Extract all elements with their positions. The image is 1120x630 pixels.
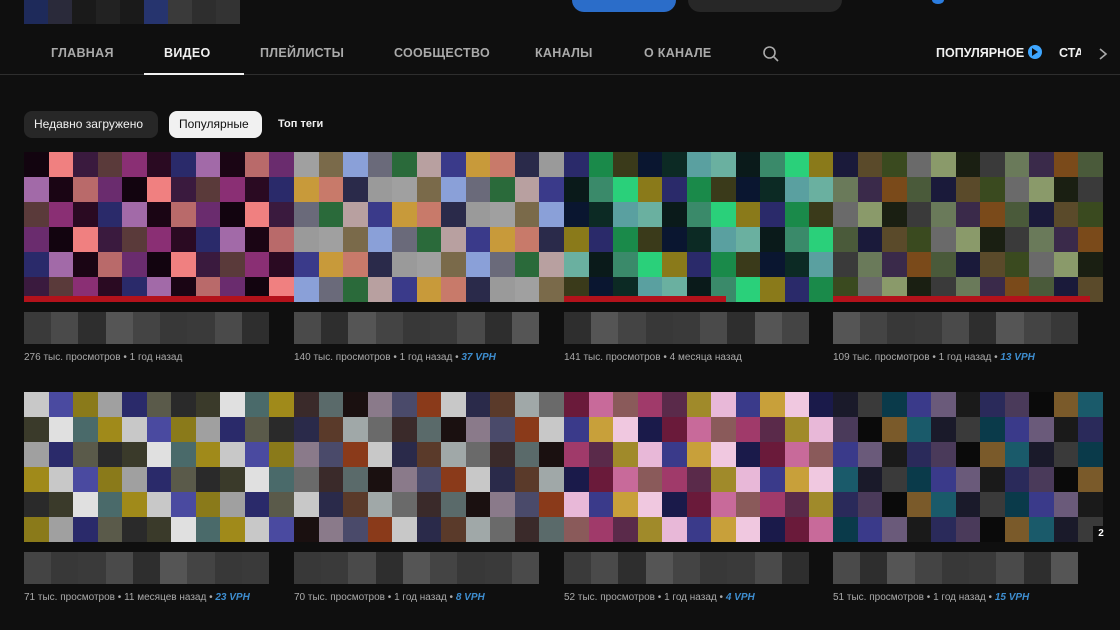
video-title-redacted[interactable] (833, 552, 1078, 584)
chevron-right-icon[interactable] (1096, 46, 1110, 62)
tab-popular[interactable]: ПОПУЛЯРНОЕ (936, 34, 1043, 74)
video-card[interactable]: 140 тыс. просмотров • 1 год назад • 37 V… (294, 152, 564, 367)
view-count: 52 тыс. просмотров (564, 592, 655, 603)
view-count: 70 тыс. просмотров (294, 592, 385, 603)
video-thumbnail[interactable] (24, 392, 294, 542)
video-title-redacted[interactable] (564, 552, 809, 584)
watch-progress-bar (24, 296, 294, 302)
view-count: 140 тыс. просмотров (294, 352, 391, 363)
play-circle-icon (1028, 45, 1043, 59)
video-meta: 51 тыс. просмотров • 1 год назад • 15 VP… (833, 592, 1030, 603)
upload-age: 1 год назад (938, 352, 992, 363)
channel-avatar (24, 0, 244, 24)
video-meta: 71 тыс. просмотров • 11 месяцев назад • … (24, 592, 250, 603)
video-title-redacted[interactable] (24, 312, 269, 344)
watch-progress-bar (564, 296, 726, 302)
tab-home[interactable]: ГЛАВНАЯ (51, 34, 114, 74)
chip-recently-uploaded[interactable]: Недавно загружено (24, 111, 158, 138)
video-card[interactable]: 71 тыс. просмотров • 11 месяцев назад • … (24, 392, 294, 607)
video-meta: 141 тыс. просмотров • 4 месяца назад (564, 352, 742, 363)
video-thumbnail[interactable] (564, 152, 834, 302)
video-title-redacted[interactable] (24, 552, 269, 584)
tab-videos[interactable]: ВИДЕО (143, 34, 246, 75)
video-thumbnail[interactable] (24, 152, 294, 302)
video-card[interactable]: 109 тыс. просмотров • 1 год назад • 13 V… (833, 152, 1103, 367)
upload-age: 1 год назад (394, 592, 447, 603)
subscribe-button[interactable] (572, 0, 676, 12)
video-card[interactable]: 51 тыс. просмотров • 1 год назад • 15 VP… (833, 392, 1103, 607)
tab-channels[interactable]: КАНАЛЫ (535, 34, 593, 74)
vph-badge: 15 VPH (994, 592, 1030, 603)
chip-top-tags[interactable]: Топ теги (268, 111, 333, 138)
chip-popular[interactable]: Популярные (169, 111, 262, 138)
upload-age: 1 год назад (933, 592, 986, 603)
video-title-redacted[interactable] (294, 552, 539, 584)
view-count: 141 тыс. просмотров (564, 352, 661, 363)
tab-about[interactable]: О КАНАЛЕ (644, 34, 712, 74)
video-meta: 70 тыс. просмотров • 1 год назад • 8 VPH (294, 592, 485, 603)
upload-age: 4 месяца назад (669, 352, 742, 363)
video-thumbnail[interactable] (833, 392, 1103, 542)
video-meta: 276 тыс. просмотров • 1 год назад (24, 352, 183, 363)
upload-age: 1 год назад (664, 592, 717, 603)
upload-age: 1 год назад (129, 352, 183, 363)
channel-header (0, 0, 1120, 24)
notification-icon[interactable] (932, 0, 944, 4)
watch-progress-bar (833, 296, 1090, 302)
tab-playlists[interactable]: ПЛЕЙЛИСТЫ (260, 34, 344, 74)
view-count: 109 тыс. просмотров (833, 352, 930, 363)
view-count: 71 тыс. просмотров (24, 592, 115, 603)
join-button[interactable] (688, 0, 842, 12)
video-title-redacted[interactable] (833, 312, 1078, 344)
video-meta: 52 тыс. просмотров • 1 год назад • 4 VPH (564, 592, 755, 603)
upload-age: 1 год назад (399, 352, 453, 363)
search-icon[interactable] (762, 45, 780, 63)
video-card[interactable]: 52 тыс. просмотров • 1 год назад • 4 VPH (564, 392, 834, 607)
video-thumbnail[interactable] (833, 152, 1103, 302)
video-thumbnail[interactable] (564, 392, 834, 542)
view-count: 51 тыс. просмотров (833, 592, 924, 603)
tab-truncated[interactable]: СТА (1059, 34, 1081, 74)
view-count: 276 тыс. просмотров (24, 352, 121, 363)
vph-badge: 13 VPH (1000, 352, 1035, 363)
video-title-redacted[interactable] (564, 312, 809, 344)
video-meta: 140 тыс. просмотров • 1 год назад • 37 V… (294, 352, 496, 363)
video-thumbnail[interactable] (294, 152, 564, 302)
vph-badge: 4 VPH (725, 592, 755, 603)
channel-tabs: ГЛАВНАЯ ВИДЕО ПЛЕЙЛИСТЫ СООБЩЕСТВО КАНАЛ… (0, 34, 1120, 75)
upload-age: 11 месяцев назад (124, 592, 207, 603)
video-card[interactable]: 276 тыс. просмотров • 1 год назад (24, 152, 294, 367)
vph-badge: 8 VPH (455, 592, 485, 603)
tab-community[interactable]: СООБЩЕСТВО (394, 34, 490, 74)
video-meta: 109 тыс. просмотров • 1 год назад • 13 V… (833, 352, 1035, 363)
video-title-redacted[interactable] (294, 312, 539, 344)
vph-badge: 37 VPH (461, 352, 496, 363)
vph-badge: 23 VPH (215, 592, 250, 603)
video-card[interactable]: 70 тыс. просмотров • 1 год назад • 8 VPH (294, 392, 564, 607)
page-badge: 2 (1093, 526, 1109, 542)
video-card[interactable]: 141 тыс. просмотров • 4 месяца назад (564, 152, 834, 367)
video-thumbnail[interactable] (294, 392, 564, 542)
tab-popular-label: ПОПУЛЯРНОЕ (936, 46, 1025, 60)
